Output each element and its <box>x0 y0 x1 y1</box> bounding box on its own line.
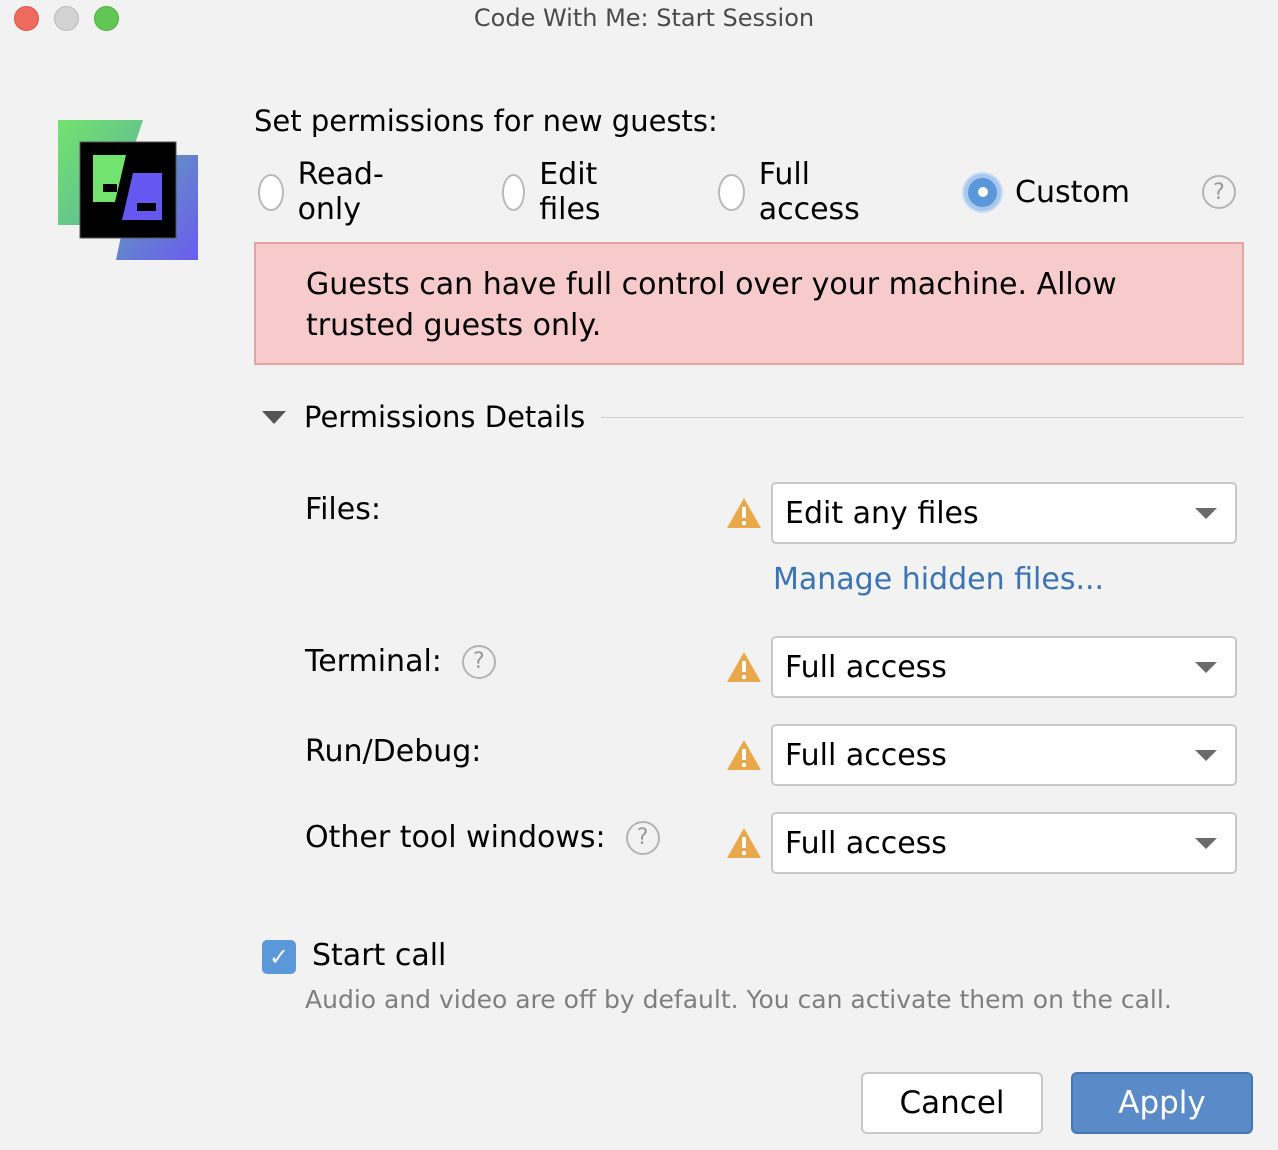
apply-button[interactable]: Apply <box>1071 1072 1253 1134</box>
start-call-label[interactable]: Start call <box>312 938 446 973</box>
run-debug-label: Run/Debug: <box>305 734 481 769</box>
radio-label: Read-only <box>297 157 384 227</box>
run-debug-permission-dropdown[interactable]: Full access <box>771 724 1237 786</box>
section-divider <box>601 416 1244 418</box>
radio-edit-files[interactable]: Edit files <box>502 157 614 227</box>
row-label: Run/Debug: <box>305 734 482 769</box>
files-permission-dropdown[interactable]: Edit any files <box>771 482 1237 544</box>
dropdown-value: Full access <box>785 737 947 773</box>
radio-read-only[interactable]: Read-only <box>258 157 396 227</box>
dropdown-value: Full access <box>785 825 947 861</box>
radio-circle[interactable] <box>718 173 745 211</box>
radio-circle[interactable] <box>258 173 284 211</box>
row-label: Files: <box>305 492 381 527</box>
dropdown-arrow-icon <box>1195 838 1217 849</box>
warning-icon <box>727 828 761 858</box>
dropdown-value: Edit any files <box>785 495 979 531</box>
permissions-details-toggle[interactable]: Permissions Details <box>262 395 1244 439</box>
other-tool-windows-label: Other tool windows:? <box>305 820 660 855</box>
question-mark-icon[interactable]: ? <box>1202 175 1236 209</box>
code-with-me-logo-icon <box>58 120 198 260</box>
warning-icon <box>727 740 761 770</box>
terminal-permission-dropdown[interactable]: Full access <box>771 636 1237 698</box>
radio-circle[interactable] <box>502 173 526 211</box>
radio-full-access[interactable]: Full access <box>718 157 870 227</box>
dropdown-arrow-icon <box>1195 662 1217 673</box>
checkmark-icon: ✓ <box>268 943 290 971</box>
radio-custom[interactable]: Custom <box>964 170 1130 214</box>
radio-label: Full access <box>758 157 860 227</box>
manage-hidden-files-link[interactable]: Manage hidden files... <box>773 562 1104 597</box>
warning-icon <box>727 652 761 682</box>
section-title: Permissions Details <box>304 400 586 434</box>
cancel-button[interactable]: Cancel <box>861 1072 1043 1134</box>
row-label: Other tool windows: <box>305 820 606 855</box>
row-label: Terminal: <box>305 644 442 679</box>
warning-icon <box>727 498 761 528</box>
radio-circle-selected[interactable] <box>964 173 1001 211</box>
window-title: Code With Me: Start Session <box>473 4 815 32</box>
files-label: Files: <box>305 492 381 527</box>
chevron-down-icon[interactable] <box>262 410 286 424</box>
start-call-hint: Audio and video are off by default. You … <box>305 985 1172 1014</box>
warning-banner: Guests can have full control over your m… <box>254 242 1244 365</box>
other-tool-windows-permission-dropdown[interactable]: Full access <box>771 812 1237 874</box>
permissions-heading: Set permissions for new guests: <box>254 104 718 138</box>
radio-label: Custom <box>1015 174 1130 210</box>
title-bar: Code With Me: Start Session <box>0 0 1278 40</box>
dropdown-arrow-icon <box>1195 750 1217 761</box>
question-mark-icon[interactable]: ? <box>461 644 496 679</box>
radio-label: Edit files <box>539 157 601 227</box>
question-mark-icon[interactable]: ? <box>625 820 660 855</box>
dropdown-value: Full access <box>785 649 947 685</box>
start-call-checkbox[interactable]: ✓ <box>262 940 296 974</box>
dropdown-arrow-icon <box>1195 508 1217 519</box>
terminal-label: Terminal:? <box>305 644 496 679</box>
